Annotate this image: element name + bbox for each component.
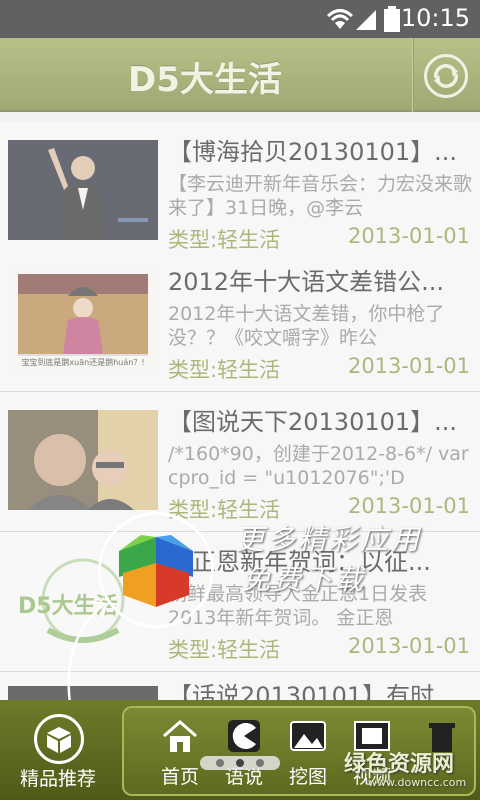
thumbnail-image	[8, 140, 158, 240]
signal-icon	[356, 10, 376, 30]
status-bar: 10:15	[0, 0, 480, 38]
item-date: 2013-01-01	[347, 494, 470, 518]
promo-text: 更多精彩应用 免费下载	[236, 520, 466, 600]
item-date: 2013-01-01	[347, 634, 470, 658]
page-dot	[216, 759, 224, 767]
list-item[interactable]: 【图说天下20130101】... /*160*90，创建于2012-8-6*/…	[0, 392, 480, 532]
tab-home[interactable]: 首页	[148, 708, 212, 794]
thumbnail-image	[8, 410, 158, 510]
watermark-sub: www.downcc.com	[368, 776, 467, 789]
list-item[interactable]: 宝宝到底是鹅xuān还是鹅huán？! 2012年十大语文差错公... 2012…	[0, 252, 480, 392]
thumbnail-caption: 宝宝到底是鹅xuān还是鹅huán？!	[21, 358, 145, 367]
promo-line-2: 免费下载	[242, 563, 367, 596]
page-dot-active	[236, 759, 244, 767]
header-divider	[412, 38, 414, 112]
featured-apps-button[interactable]: 精品推荐	[0, 700, 116, 800]
item-title: 2012年十大语文差错公...	[168, 268, 444, 296]
item-type: 类型:轻生活	[168, 638, 281, 662]
pointer-arrow-icon	[67, 600, 108, 705]
battery-icon	[384, 6, 400, 32]
watermark-text: 绿色资源网	[344, 752, 455, 777]
tab-jokes[interactable]: 语说	[212, 708, 276, 794]
item-type: 类型:轻生活	[168, 358, 281, 382]
tab-pictures[interactable]: 挖图	[276, 708, 340, 794]
item-title: 【博海拾贝20130101】...	[168, 138, 458, 166]
featured-apps-label: 精品推荐	[19, 768, 96, 790]
clock: 10:15	[400, 4, 470, 32]
app-box-icon	[119, 535, 193, 607]
app-header: D5大生活	[0, 38, 480, 112]
tab-pictures-label: 挖图	[288, 766, 327, 788]
promo-line-1: 更多精彩应用	[236, 523, 423, 556]
item-title: 【话说20130101】有时...	[168, 682, 458, 700]
wifi-icon	[326, 9, 354, 29]
item-type: 类型:轻生活	[168, 228, 281, 252]
refresh-button[interactable]	[424, 54, 468, 98]
item-description: 【李云迪开新年音乐会：力宏没来歌来了】31日晚，@李云	[168, 173, 472, 219]
app-title: D5大生活	[128, 60, 282, 100]
picture-icon	[290, 721, 326, 751]
thumbnail-image: 宝宝到底是鹅xuān还是鹅huán？!	[8, 270, 158, 370]
refresh-icon	[434, 64, 458, 88]
home-icon	[163, 720, 197, 752]
item-date: 2013-01-01	[347, 224, 470, 248]
item-description: /*160*90，创建于2012-8-6*/ var cpro_id = "u1…	[168, 443, 469, 489]
box-icon	[34, 714, 84, 764]
item-title: 【图说天下20130101】...	[168, 408, 458, 436]
watermark: 绿色资源网 www.downcc.com	[344, 746, 474, 796]
more-apps-button[interactable]	[98, 512, 214, 628]
item-description: 2012年十大语文差错，你中枪了没？？《咬文嚼字》昨公	[168, 303, 445, 349]
list-item[interactable]: 【博海拾贝20130101】... 【李云迪开新年音乐会：力宏没来歌来了】31日…	[0, 122, 480, 262]
pacman-icon	[228, 720, 260, 752]
page-dot	[256, 759, 264, 767]
item-date: 2013-01-01	[347, 354, 470, 378]
page-indicator	[200, 756, 280, 770]
